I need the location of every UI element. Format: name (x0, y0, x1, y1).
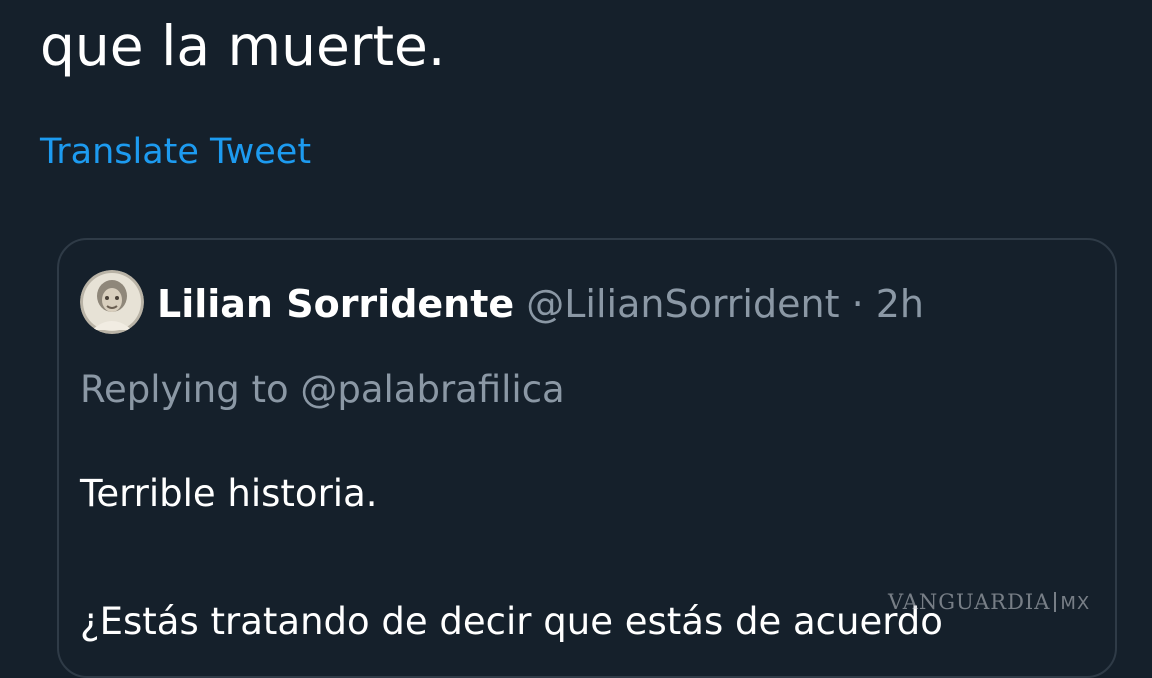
replying-prefix: Replying to (80, 368, 301, 411)
watermark-separator (1054, 592, 1057, 612)
vanguardia-watermark: VANGUARDIA MX (888, 588, 1090, 618)
tweet-text-tail: que la muerte. (40, 14, 446, 78)
avatar[interactable] (80, 270, 144, 334)
quoted-tweet-text-line-1: Terrible historia. (80, 472, 378, 515)
translate-tweet-link[interactable]: Translate Tweet (40, 128, 311, 176)
author-handle[interactable]: @LilianSorrident (526, 282, 839, 326)
author-display-name[interactable]: Lilian Sorridente (157, 282, 514, 326)
watermark-brand: VANGUARDIA (888, 590, 1051, 614)
replying-to-line: Replying to @palabrafilica (80, 364, 565, 416)
header-separator: · (851, 282, 864, 326)
user-avatar-icon (80, 270, 144, 334)
quoted-tweet-text-line-2: ¿Estás tratando de decir que estás de ac… (80, 600, 943, 643)
replying-handle-link[interactable]: @palabrafilica (300, 368, 564, 411)
tweet-time: 2h (875, 282, 925, 326)
watermark-suffix: MX (1060, 593, 1091, 614)
quoted-tweet-header: Lilian Sorridente @LilianSorrident · 2h (157, 278, 924, 330)
